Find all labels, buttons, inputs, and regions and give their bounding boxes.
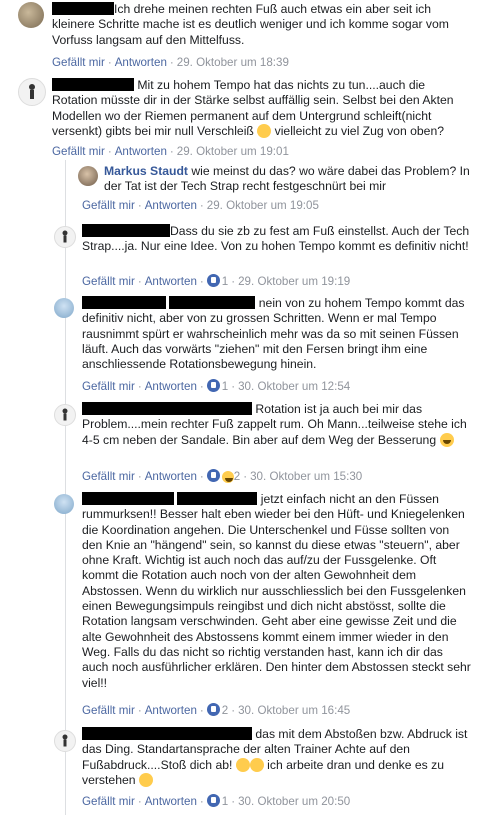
comment-actions: Gefällt mir · Antworten · 29. Oktober um 18:…: [52, 56, 289, 69]
redacted-author: [82, 492, 174, 505]
redacted-author: [82, 727, 252, 740]
like-link[interactable]: Gefällt mir: [82, 470, 135, 483]
avatar-figure-icon: [62, 230, 68, 243]
like-link[interactable]: Gefällt mir: [82, 275, 135, 288]
like-link[interactable]: Gefällt mir: [82, 199, 135, 212]
avatar[interactable]: [18, 78, 46, 106]
comment-actions: Gefällt mir · Antworten · 1 · 29. Oktober um 1…: [82, 274, 351, 288]
comment-date[interactable]: 30. Oktober um 20:50: [238, 795, 350, 808]
laughing-emoji-icon: [439, 432, 454, 447]
redacted-author: [52, 2, 114, 15]
comment-date[interactable]: 30. Oktober um 12:54: [238, 380, 350, 393]
comment-actions: Gefällt mir · Antworten · 29. Oktober um 19:…: [52, 145, 289, 158]
avatar[interactable]: [18, 2, 44, 28]
comment-actions: Gefällt mir · Antworten · 1 · 30. Oktober um 1…: [82, 379, 351, 393]
comment-actions: Gefällt mir · Antworten · 2 · 30. Oktober um 1…: [82, 469, 363, 483]
avatar[interactable]: [54, 226, 76, 248]
avatar[interactable]: [54, 730, 76, 752]
comment-text-end: vielleicht zu viel Zug von oben?: [274, 123, 444, 138]
like-link[interactable]: Gefällt mir: [82, 795, 135, 808]
comment-body: Dass du sie zb zu fest am Fuß einstellst…: [82, 224, 472, 255]
haha-reaction-icon: [221, 471, 234, 483]
reply-link[interactable]: Antworten: [145, 380, 197, 393]
comment-date[interactable]: 30. Oktober um 15:30: [250, 470, 362, 483]
reply-link[interactable]: Antworten: [145, 795, 197, 808]
comment-thread: Ich drehe meinen rechten Fuß auch etwas …: [0, 0, 483, 815]
avatar-figure-icon: [62, 408, 68, 421]
redacted-author: [82, 224, 170, 237]
avatar[interactable]: [54, 404, 76, 426]
grimace-emoji-icon: [249, 757, 264, 772]
like-link[interactable]: Gefällt mir: [82, 704, 135, 717]
reply-link[interactable]: Antworten: [145, 199, 197, 212]
comment-body: Mit zu hohem Tempo hat das nichts zu tun…: [52, 78, 472, 139]
grimace-emoji-icon: [235, 757, 250, 772]
avatar-figure-icon: [62, 734, 68, 747]
comment-actions: Gefällt mir · Antworten · 29. Oktober um 19:…: [82, 199, 319, 212]
comment-text: jetzt einfach nicht an den Füssen rummur…: [82, 492, 471, 690]
comment-body: das mit dem Abstoßen bzw. Abdruck ist da…: [82, 727, 472, 788]
like-link[interactable]: Gefällt mir: [52, 56, 105, 69]
thinking-emoji-icon: [257, 123, 272, 138]
comment-actions: Gefällt mir · Antworten · 1 · 30. Oktober um 2…: [82, 794, 351, 808]
like-link[interactable]: Gefällt mir: [82, 380, 135, 393]
like-badge-icon: [206, 469, 220, 482]
reply-link[interactable]: Antworten: [115, 56, 167, 69]
comment-date[interactable]: 30. Oktober um 16:45: [238, 704, 350, 717]
comment-body: Markus Staudt wie meinst du das? wo wäre…: [104, 164, 474, 195]
avatar[interactable]: [54, 494, 74, 514]
avatar[interactable]: [54, 298, 74, 318]
reply-link[interactable]: Antworten: [145, 275, 197, 288]
redacted-author: [169, 296, 256, 309]
avatar-figure-icon: [29, 84, 35, 99]
like-link[interactable]: Gefällt mir: [52, 145, 105, 158]
redacted-author: [177, 492, 258, 505]
nerd-emoji-icon: [138, 772, 153, 787]
comment-date[interactable]: 29. Oktober um 18:39: [177, 56, 289, 69]
comment-author[interactable]: Markus Staudt: [104, 164, 188, 178]
comment-body: nein von zu hohem Tempo kommt das defini…: [82, 296, 472, 372]
comment-body: jetzt einfach nicht an den Füssen rummur…: [82, 492, 472, 691]
comment-date[interactable]: 29. Oktober um 19:01: [177, 145, 289, 158]
like-badge-icon: [206, 703, 220, 716]
comment-body: Rotation ist ja auch bei mir das Problem…: [82, 402, 472, 448]
reply-link[interactable]: Antworten: [145, 704, 197, 717]
avatar[interactable]: [78, 166, 98, 186]
reply-thread-line: [65, 160, 66, 815]
reply-link[interactable]: Antworten: [115, 145, 167, 158]
like-badge-icon: [206, 794, 220, 807]
comment-date[interactable]: 29. Oktober um 19:19: [238, 275, 350, 288]
reply-link[interactable]: Antworten: [145, 470, 197, 483]
comment-date[interactable]: 29. Oktober um 19:05: [207, 199, 319, 212]
like-badge-icon: [206, 379, 220, 392]
comment-body: Ich drehe meinen rechten Fuß auch etwas …: [52, 2, 472, 48]
comment-actions: Gefällt mir · Antworten · 2 · 30. Oktober um 1…: [82, 703, 351, 717]
like-badge-icon: [206, 274, 220, 287]
redacted-author: [82, 296, 166, 309]
redacted-author: [52, 78, 134, 91]
redacted-author: [82, 402, 252, 415]
